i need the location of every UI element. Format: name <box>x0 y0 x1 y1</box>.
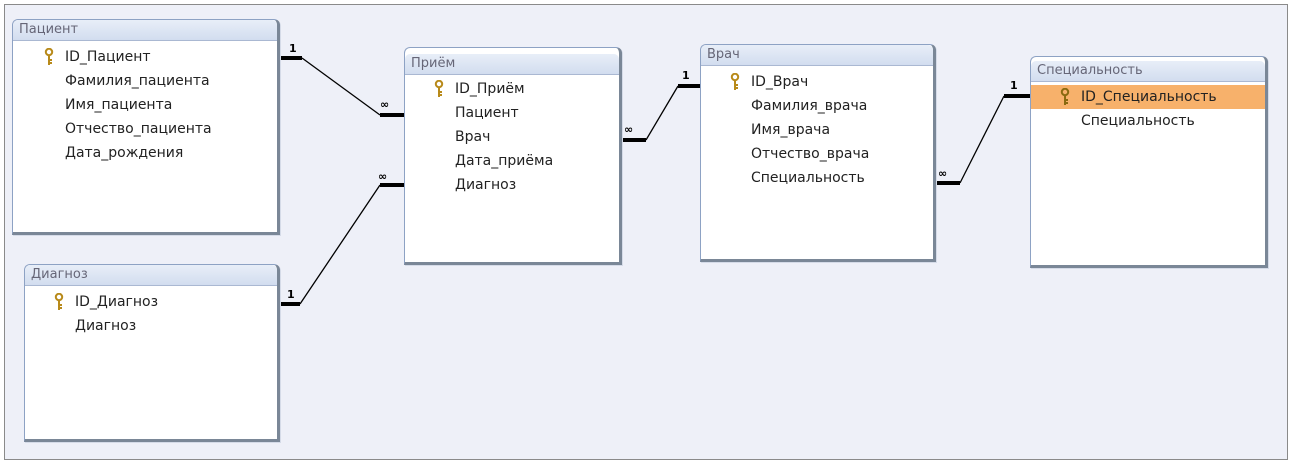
table-specialty[interactable]: Специальность ID_Специальность Специальн… <box>1030 56 1268 268</box>
field-item[interactable]: Отчество_врача <box>701 142 933 166</box>
field-item-key[interactable]: ID_Врач <box>701 70 933 94</box>
field-item[interactable]: Врач <box>405 125 619 149</box>
field-label: Отчество_врача <box>751 146 870 162</box>
field-label: ID_Врач <box>751 74 809 90</box>
field-item[interactable]: Фамилия_пациента <box>13 69 277 93</box>
field-label: Фамилия_пациента <box>65 73 210 89</box>
table-title[interactable]: Приём <box>405 54 619 75</box>
field-item[interactable]: Дата_рождения <box>13 141 277 165</box>
field-item-key-selected[interactable]: ID_Специальность <box>1031 85 1265 109</box>
field-item[interactable]: Специальность <box>1031 109 1265 133</box>
key-icon <box>730 73 740 90</box>
field-item-key[interactable]: ID_Пациент <box>13 45 277 69</box>
field-item[interactable]: Специальность <box>701 166 933 190</box>
field-item[interactable]: Фамилия_врача <box>701 94 933 118</box>
field-label: Имя_врача <box>751 122 831 138</box>
field-item[interactable]: Диагноз <box>405 173 619 197</box>
field-label: Дата_приёма <box>455 153 554 169</box>
table-title[interactable]: Врач <box>701 45 933 66</box>
field-label: Имя_пациента <box>65 97 173 113</box>
field-label: ID_Диагноз <box>75 294 159 310</box>
field-label: Диагноз <box>75 318 137 334</box>
field-label: ID_Пациент <box>65 49 151 65</box>
field-label: Фамилия_врача <box>751 98 868 114</box>
key-icon <box>54 293 64 310</box>
field-item[interactable]: Дата_приёма <box>405 149 619 173</box>
field-item-key[interactable]: ID_Приём <box>405 77 619 101</box>
table-doctor[interactable]: Врач ID_Врач Фамилия_врача Имя_врача Отч… <box>700 44 936 262</box>
table-title[interactable]: Специальность <box>1031 61 1265 82</box>
table-title[interactable]: Пациент <box>13 20 277 41</box>
field-item[interactable]: Отчество_пациента <box>13 117 277 141</box>
field-item-key[interactable]: ID_Диагноз <box>25 290 277 314</box>
field-item[interactable]: Имя_пациента <box>13 93 277 117</box>
key-icon <box>44 48 54 65</box>
field-label: Дата_рождения <box>65 145 184 161</box>
field-label: Врач <box>455 129 491 145</box>
field-label: ID_Специальность <box>1081 89 1217 105</box>
field-item[interactable]: Имя_врача <box>701 118 933 142</box>
field-label: ID_Приём <box>455 81 525 97</box>
field-label: Диагноз <box>455 177 517 193</box>
field-item[interactable]: Диагноз <box>25 314 277 338</box>
field-item[interactable]: Пациент <box>405 101 619 125</box>
key-icon <box>434 80 444 97</box>
field-label: Отчество_пациента <box>65 121 212 137</box>
table-title[interactable]: Диагноз <box>25 265 277 286</box>
table-diagnosis[interactable]: Диагноз ID_Диагноз Диагноз <box>24 264 280 442</box>
table-patient[interactable]: Пациент ID_Пациент Фамилия_пациента Имя_… <box>12 19 280 235</box>
key-icon <box>1060 88 1070 105</box>
field-label: Специальность <box>1081 113 1195 129</box>
field-label: Специальность <box>751 170 865 186</box>
field-label: Пациент <box>455 105 519 121</box>
table-reception[interactable]: Приём ID_Приём Пациент Врач Дата_приёма … <box>404 47 622 265</box>
